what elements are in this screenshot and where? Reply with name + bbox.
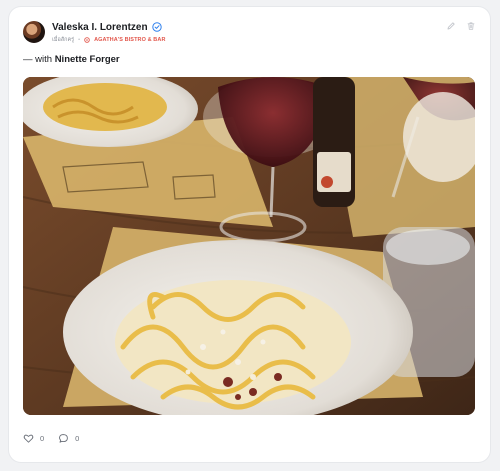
- author-name-row: Valeska I. Lorentzen: [52, 20, 162, 34]
- tagged-with: — with Ninette Forger: [23, 54, 120, 65]
- post-footer: 0 0: [23, 433, 79, 444]
- author-name[interactable]: Valeska I. Lorentzen: [52, 22, 148, 33]
- meta-separator: •: [78, 37, 81, 43]
- trash-icon[interactable]: [466, 21, 476, 31]
- comment-count: 0: [75, 434, 80, 443]
- comment-bubble-icon[interactable]: [58, 433, 69, 444]
- author-avatar[interactable]: [23, 21, 45, 43]
- tagged-user-name[interactable]: Ninette Forger: [55, 54, 120, 65]
- post-card: Valeska I. Lorentzen เมื่อสักครู่ • AGAT…: [9, 7, 490, 462]
- location-pin-icon: [84, 37, 90, 43]
- comment-stat[interactable]: 0: [58, 433, 79, 444]
- heart-icon[interactable]: [23, 433, 34, 444]
- post-meta: เมื่อสักครู่ • AGATHA'S BISTRO & BAR: [52, 36, 166, 44]
- post-time: เมื่อสักครู่: [52, 37, 75, 43]
- like-count: 0: [40, 434, 45, 443]
- pasta-dinner-photo: [23, 77, 475, 415]
- post-photo[interactable]: [23, 77, 475, 415]
- pencil-icon[interactable]: [446, 21, 456, 31]
- verified-badge-icon: [151, 22, 162, 32]
- with-prefix: — with: [23, 54, 53, 65]
- post-actions: [446, 21, 476, 31]
- post-location[interactable]: AGATHA'S BISTRO & BAR: [94, 37, 165, 43]
- post-header: Valeska I. Lorentzen เมื่อสักครู่ • AGAT…: [23, 19, 476, 47]
- like-stat[interactable]: 0: [23, 433, 44, 444]
